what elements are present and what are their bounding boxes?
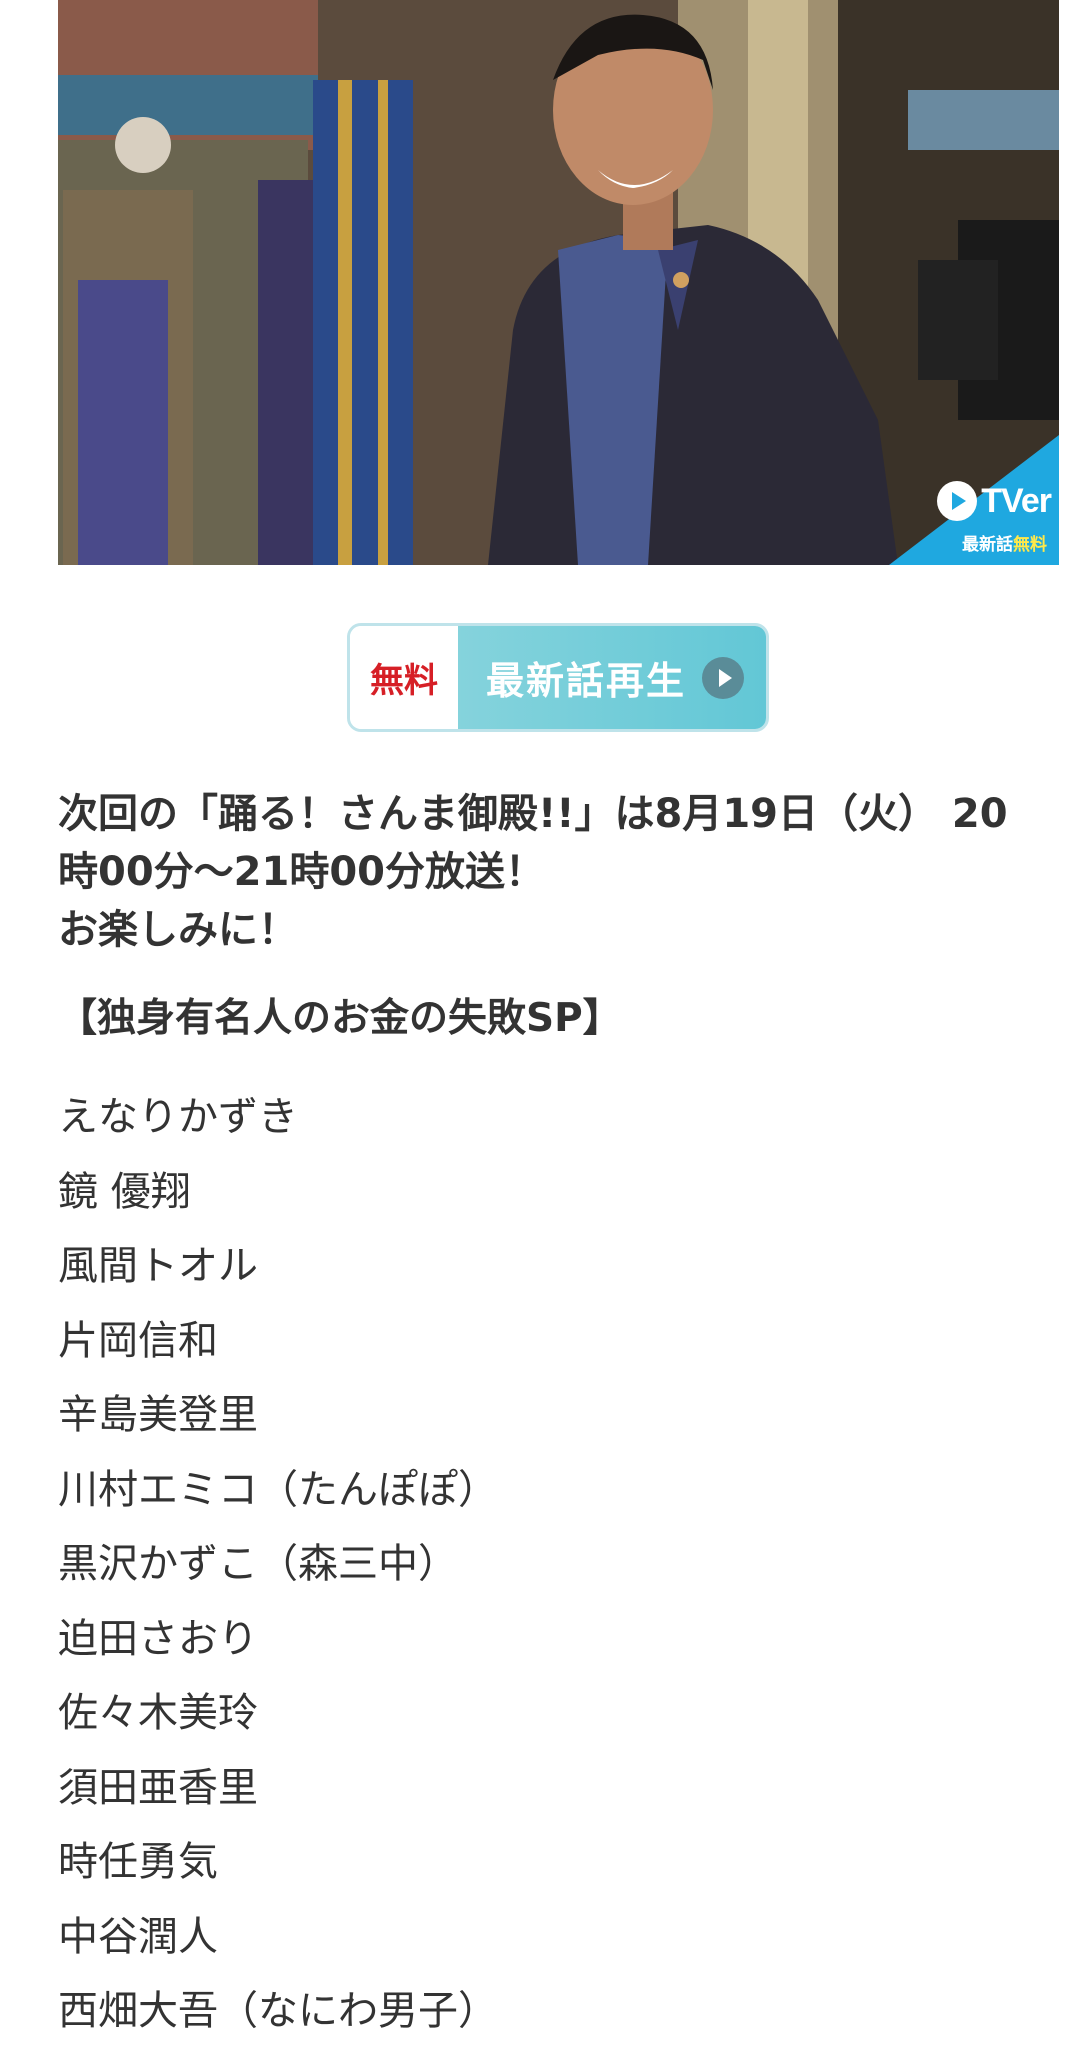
play-icon <box>937 481 978 521</box>
cast-member: 辛島美登里 <box>58 1392 258 1438</box>
tver-free-label: 最新話無料 <box>962 530 1047 555</box>
cast-member: 迫田さおり <box>58 1615 258 1662</box>
play-latest-button[interactable]: 無料 最新話再生 <box>347 623 769 732</box>
cast-member: 風間トオル <box>58 1243 258 1289</box>
special-title: 【独身有名人のお金の失敗SP】 <box>58 996 622 1041</box>
cast-member: 川村エミコ（たんぽぽ） <box>58 1466 498 1513</box>
cast-list: えなりかずき 鏡 優翔 風間トオル 片岡信和 辛島美登里 川村エミコ（たんぽぽ）… <box>58 1080 498 2049</box>
cast-member: 時任勇気 <box>58 1839 218 1885</box>
cast-member: 西畑大吾（なにわ男子） <box>58 1988 498 2034</box>
cast-member: 黒沢かずこ（森三中） <box>58 1541 458 1587</box>
tver-badge[interactable]: TVer 最新話無料 <box>889 435 1059 565</box>
cast-member: 鏡 優翔 <box>58 1168 191 1215</box>
broadcast-announcement: 次回の「踊る！さんま御殿!!」は8月19日（火） 20 時00分〜21時00分放… <box>58 785 1048 959</box>
announcement-line: 時00分〜21時00分放送！ <box>58 849 545 895</box>
announcement-line: 次回の「踊る！さんま御殿!!」は8月19日（火） 20 <box>58 791 1008 837</box>
play-latest-label: 最新話再生 <box>486 659 687 703</box>
play-icon <box>702 656 745 699</box>
tver-logo: TVer <box>937 481 1052 521</box>
tver-free-text: 無料 <box>1013 535 1047 555</box>
free-tag: 無料 <box>350 626 458 729</box>
announcement-line: お楽しみに！ <box>58 907 298 953</box>
tver-logo-text: TVer <box>981 481 1052 520</box>
hero-image[interactable]: TVer 最新話無料 <box>58 0 1059 565</box>
cast-member: 片岡信和 <box>58 1317 218 1364</box>
cast-member: 中谷潤人 <box>58 1913 218 1960</box>
cast-member: えなりかずき <box>58 1094 298 1140</box>
cast-member: 須田亜香里 <box>58 1764 258 1811</box>
tver-latest-label: 最新話 <box>962 535 1013 555</box>
play-latest-area: 最新話再生 <box>458 626 766 729</box>
cast-member: 佐々木美玲 <box>58 1690 258 1736</box>
